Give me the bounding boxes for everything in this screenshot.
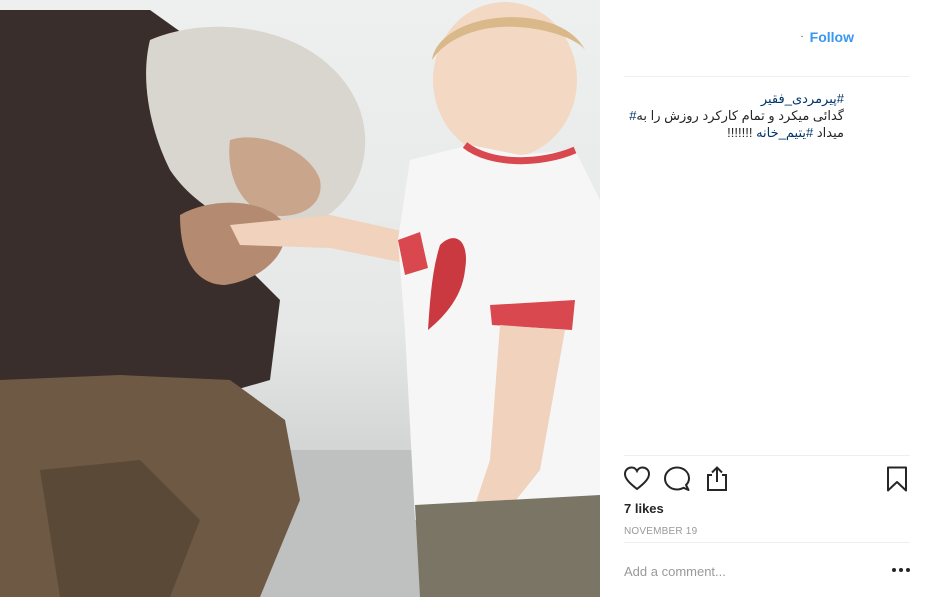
- heart-icon[interactable]: [624, 466, 650, 492]
- instagram-post: · Follow #پیرمردی_فقیر گدائی میکرد و تما…: [0, 0, 934, 597]
- caption-text: گدائی میکرد و تمام کارکرد روزش را به: [636, 108, 844, 123]
- post-actions: 7 likes NOVEMBER 19: [624, 455, 910, 543]
- post-date[interactable]: NOVEMBER 19: [624, 526, 697, 537]
- header-separator: ·: [800, 31, 804, 42]
- heart-icon-shape: [624, 466, 650, 491]
- bookmark-icon-shape: [887, 466, 907, 492]
- more-dot: [892, 568, 896, 572]
- post-header: · Follow: [624, 0, 910, 77]
- post-caption: #پیرمردی_فقیر گدائی میکرد و تمام کارکرد …: [624, 90, 844, 141]
- post-photo[interactable]: [0, 0, 600, 597]
- share-icon-shape: [707, 466, 727, 491]
- hashtag-link[interactable]: #یتیم_خانه: [756, 125, 813, 140]
- caption-text: میداد: [816, 125, 844, 140]
- follow-area: · Follow: [800, 28, 854, 46]
- follow-button[interactable]: Follow: [810, 28, 854, 46]
- caption-line-1: #پیرمردی_فقیر: [624, 90, 844, 107]
- hashtag-link[interactable]: #پیرمردی_فقیر: [761, 91, 844, 106]
- comment-area: [624, 543, 910, 597]
- caption-line-3: میداد #یتیم_خانه !!!!!!!: [624, 124, 844, 141]
- more-dot: [906, 568, 910, 572]
- post-side-panel: · Follow #پیرمردی_فقیر گدائی میکرد و تما…: [600, 0, 934, 597]
- share-icon[interactable]: [704, 466, 730, 492]
- comment-icon-shape: [664, 466, 690, 491]
- more-dot: [899, 568, 903, 572]
- caption-line-2: گدائی میکرد و تمام کارکرد روزش را به#: [624, 107, 844, 124]
- comment-icon[interactable]: [664, 466, 690, 492]
- comment-input[interactable]: [624, 557, 874, 585]
- boy-shorts: [415, 495, 600, 597]
- photo-illustration: [0, 2, 600, 597]
- bookmark-icon[interactable]: [884, 466, 910, 492]
- more-options-icon[interactable]: [892, 564, 910, 576]
- caption-text: !!!!!!!: [727, 125, 753, 140]
- likes-count[interactable]: 7 likes: [624, 501, 664, 516]
